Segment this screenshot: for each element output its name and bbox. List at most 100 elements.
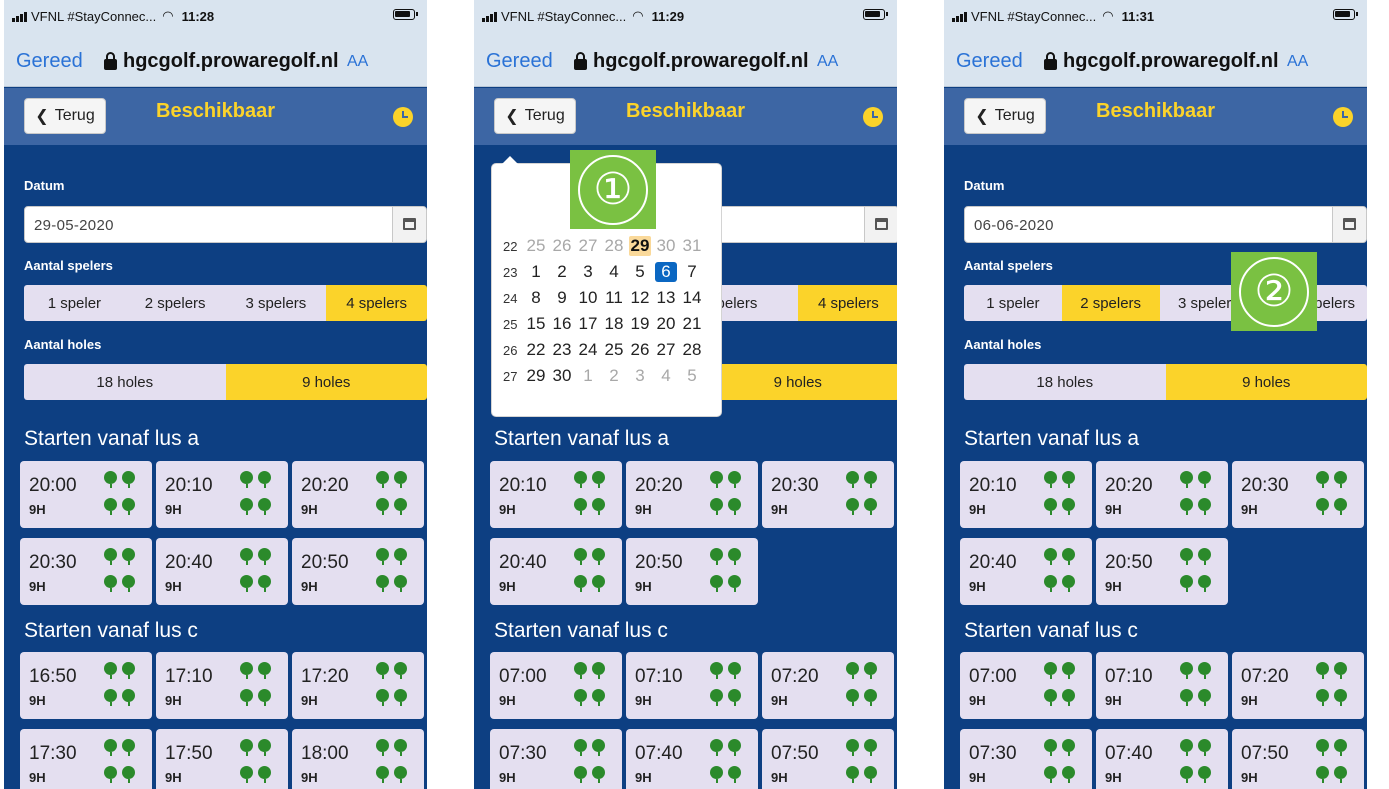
tee-time-slot[interactable]: 07:50 9H <box>1232 729 1364 789</box>
tee-time-slot[interactable]: 07:40 9H <box>1096 729 1228 789</box>
calendar-button[interactable] <box>1332 207 1366 242</box>
calendar-day[interactable]: 27 <box>655 340 677 360</box>
holes-option-18[interactable]: 18 holes <box>964 364 1166 400</box>
tee-time-slot[interactable]: 20:30 9H <box>20 538 152 605</box>
tee-time-slot[interactable]: 20:50 9H <box>626 538 758 605</box>
calendar-day[interactable]: 8 <box>525 288 547 308</box>
players-option-1[interactable]: 1 speler <box>964 285 1062 321</box>
tee-time-slot[interactable]: 07:20 9H <box>1232 652 1364 719</box>
calendar-day[interactable]: 2 <box>603 366 625 386</box>
calendar-day[interactable]: 29 <box>629 236 651 256</box>
calendar-day[interactable]: 22 <box>525 340 547 360</box>
clock-icon[interactable] <box>393 107 413 127</box>
calendar-day[interactable]: 29 <box>525 366 547 386</box>
calendar-day[interactable]: 14 <box>681 288 703 308</box>
calendar-day[interactable]: 6 <box>655 262 677 282</box>
calendar-day[interactable]: 26 <box>629 340 651 360</box>
tee-time-slot[interactable]: 07:10 9H <box>626 652 758 719</box>
calendar-day[interactable]: 1 <box>577 366 599 386</box>
tee-time-slot[interactable]: 20:20 9H <box>1096 461 1228 528</box>
calendar-day[interactable]: 9 <box>551 288 573 308</box>
calendar-day[interactable]: 25 <box>603 340 625 360</box>
tee-time-slot[interactable]: 17:10 9H <box>156 652 288 719</box>
tee-time-slot[interactable]: 20:00 9H <box>20 461 152 528</box>
tee-time-slot[interactable]: 17:20 9H <box>292 652 424 719</box>
holes-option-9[interactable]: 9 holes <box>696 364 897 400</box>
tee-time-slot[interactable]: 07:00 9H <box>960 652 1092 719</box>
calendar-day[interactable]: 30 <box>551 366 573 386</box>
tee-time-slot[interactable]: 20:30 9H <box>762 461 894 528</box>
players-option-2[interactable]: 2 spelers <box>1061 285 1160 321</box>
tee-time-slot[interactable]: 20:50 9H <box>292 538 424 605</box>
calendar-day[interactable]: 4 <box>603 262 625 282</box>
done-button[interactable]: Gereed <box>956 50 1023 73</box>
url-field[interactable]: hgcgolf.prowaregolf.nl <box>104 50 339 73</box>
calendar-day[interactable]: 2 <box>551 262 573 282</box>
calendar-day[interactable]: 5 <box>629 262 651 282</box>
tee-time-slot[interactable]: 20:30 9H <box>1232 461 1364 528</box>
calendar-day[interactable]: 12 <box>629 288 651 308</box>
tee-time-slot[interactable]: 20:40 9H <box>156 538 288 605</box>
calendar-day[interactable]: 3 <box>629 366 651 386</box>
calendar-day[interactable]: 26 <box>551 236 573 256</box>
calendar-day[interactable]: 13 <box>655 288 677 308</box>
calendar-button[interactable] <box>392 207 426 242</box>
calendar-day[interactable]: 16 <box>551 314 573 334</box>
tee-time-slot[interactable]: 20:10 9H <box>156 461 288 528</box>
calendar-day[interactable]: 7 <box>681 262 703 282</box>
calendar-day[interactable]: 15 <box>525 314 547 334</box>
text-size-button[interactable]: AA <box>1287 53 1308 71</box>
tee-time-slot[interactable]: 07:30 9H <box>490 729 622 789</box>
date-field[interactable]: 06-06-2020 <box>964 206 1367 243</box>
tee-time-slot[interactable]: 20:20 9H <box>626 461 758 528</box>
calendar-button[interactable] <box>864 207 897 242</box>
tee-time-slot[interactable]: 07:40 9H <box>626 729 758 789</box>
tee-time-slot[interactable]: 20:40 9H <box>960 538 1092 605</box>
tee-time-slot[interactable]: 07:20 9H <box>762 652 894 719</box>
calendar-day[interactable]: 28 <box>681 340 703 360</box>
tee-time-slot[interactable]: 07:10 9H <box>1096 652 1228 719</box>
calendar-day[interactable]: 21 <box>681 314 703 334</box>
tee-time-slot[interactable]: 20:10 9H <box>960 461 1092 528</box>
url-field[interactable]: hgcgolf.prowaregolf.nl <box>1044 50 1279 73</box>
text-size-button[interactable]: AA <box>817 53 838 71</box>
calendar-day[interactable]: 18 <box>603 314 625 334</box>
calendar-day[interactable]: 23 <box>551 340 573 360</box>
calendar-day[interactable]: 17 <box>577 314 599 334</box>
calendar-day[interactable]: 24 <box>577 340 599 360</box>
players-option-4[interactable]: 4 spelers <box>326 285 427 321</box>
tee-time-slot[interactable]: 20:50 9H <box>1096 538 1228 605</box>
done-button[interactable]: Gereed <box>486 50 553 73</box>
text-size-button[interactable]: AA <box>347 53 368 71</box>
clock-icon[interactable] <box>863 107 883 127</box>
calendar-day[interactable]: 30 <box>655 236 677 256</box>
tee-time-slot[interactable]: 20:40 9H <box>490 538 622 605</box>
players-option-2[interactable]: 2 spelers <box>124 285 226 321</box>
tee-time-slot[interactable]: 07:30 9H <box>960 729 1092 789</box>
tee-time-slot[interactable]: 20:10 9H <box>490 461 622 528</box>
calendar-day[interactable]: 25 <box>525 236 547 256</box>
calendar-day[interactable]: 28 <box>603 236 625 256</box>
calendar-day[interactable]: 1 <box>525 262 547 282</box>
calendar-day[interactable]: 4 <box>655 366 677 386</box>
calendar-day[interactable]: 27 <box>577 236 599 256</box>
tee-time-slot[interactable]: 16:50 9H <box>20 652 152 719</box>
tee-time-slot[interactable]: 18:00 9H <box>292 729 424 789</box>
holes-option-9[interactable]: 9 holes <box>225 364 427 400</box>
clock-icon[interactable] <box>1333 107 1353 127</box>
calendar-day[interactable]: 31 <box>681 236 703 256</box>
tee-time-slot[interactable]: 20:20 9H <box>292 461 424 528</box>
done-button[interactable]: Gereed <box>16 50 83 73</box>
players-option-3[interactable]: 3 spelers <box>225 285 327 321</box>
calendar-day[interactable]: 20 <box>655 314 677 334</box>
url-field[interactable]: hgcgolf.prowaregolf.nl <box>574 50 809 73</box>
date-field[interactable]: 29-05-2020 <box>24 206 427 243</box>
tee-time-slot[interactable]: 17:30 9H <box>20 729 152 789</box>
calendar-day[interactable]: 11 <box>603 288 625 308</box>
players-option-1[interactable]: 1 speler <box>24 285 125 321</box>
holes-option-9[interactable]: 9 holes <box>1165 364 1367 400</box>
calendar-day[interactable]: 10 <box>577 288 599 308</box>
tee-time-slot[interactable]: 07:00 9H <box>490 652 622 719</box>
tee-time-slot[interactable]: 17:50 9H <box>156 729 288 789</box>
players-option-4[interactable]: 4 spelers <box>797 285 897 321</box>
